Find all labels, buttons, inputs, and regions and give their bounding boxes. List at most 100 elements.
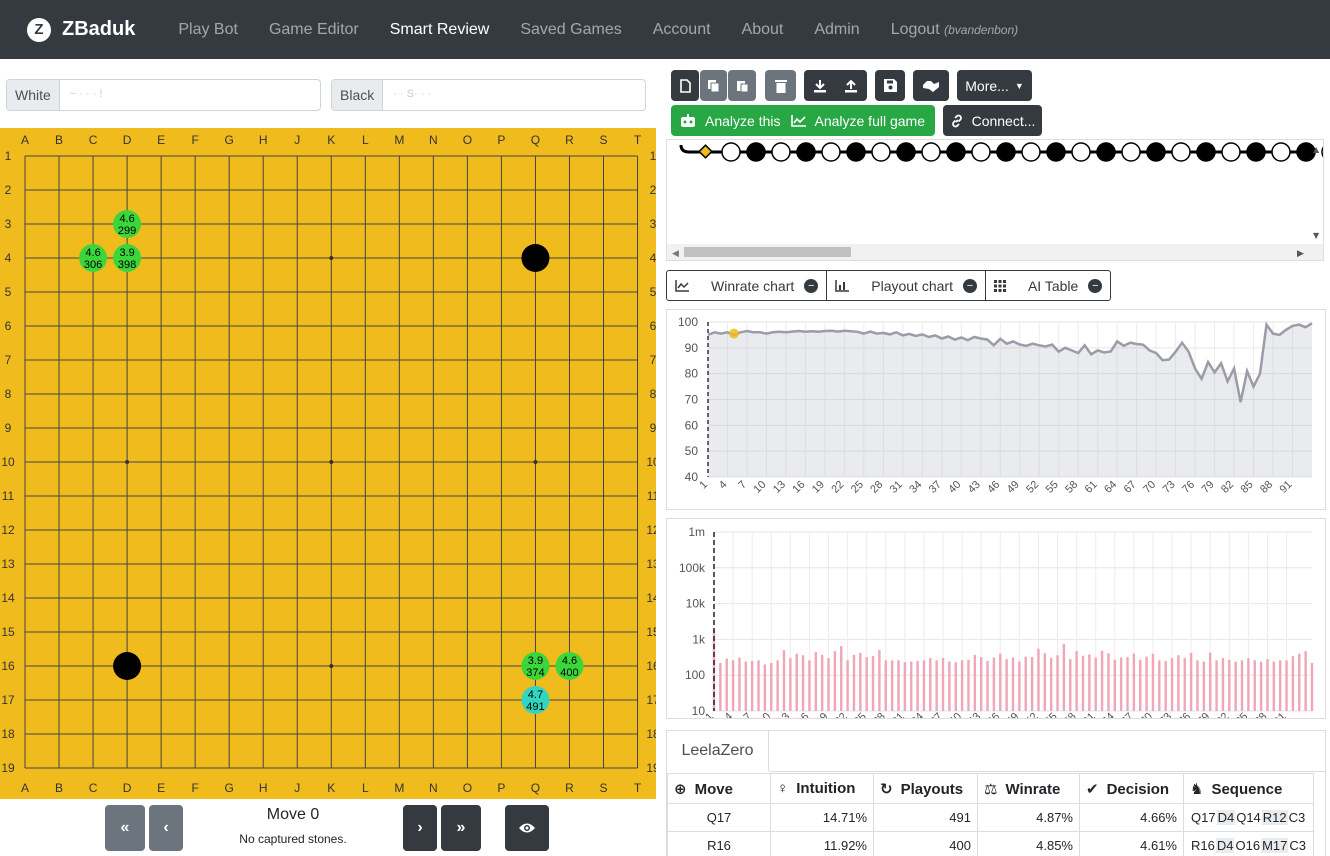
seq-move[interactable]: Q14 <box>1235 810 1262 825</box>
connect-button[interactable]: Connect... <box>943 105 1042 136</box>
column-label: N <box>429 781 438 795</box>
move-suggestion[interactable]: 4.7491 <box>521 686 550 714</box>
playout-bar <box>750 660 754 711</box>
tab-winrate-label: Winrate chart <box>711 277 795 294</box>
header-playouts[interactable]: ↻ Playouts <box>873 773 978 804</box>
tab-winrate-chart[interactable]: Winrate chart − <box>667 271 828 300</box>
playout-bar <box>1253 660 1256 711</box>
row-label: 13 <box>1 557 15 571</box>
playout-bar <box>1291 656 1295 711</box>
tab-leelazero[interactable]: LeelaZero <box>667 731 769 771</box>
first-move-button[interactable]: « <box>105 805 145 851</box>
row-label: 14 <box>1 591 15 605</box>
toggle-view-button[interactable] <box>505 805 549 851</box>
nav-game-editor[interactable]: Game Editor <box>269 21 359 39</box>
move-suggestion[interactable]: 4.6299 <box>113 210 142 238</box>
header-intuition[interactable]: ♀ Intuition <box>770 773 874 804</box>
nav-logout[interactable]: Logout (bvandenbon) <box>891 21 1018 39</box>
move-tree[interactable]: ◀ ▶ ▲ ▼ <box>666 139 1324 261</box>
header-winrate-label: Winrate <box>1005 780 1061 798</box>
playout-bar <box>1075 651 1078 711</box>
move-suggestion[interactable]: 4.6306 <box>79 244 108 272</box>
tab-ai-table[interactable]: AI Table − <box>986 271 1110 300</box>
winrate-area <box>708 323 1312 477</box>
move-suggestion[interactable]: 3.9374 <box>521 652 550 680</box>
x-tick-label: 82 <box>1214 711 1231 718</box>
more-dropdown-button[interactable]: More... ▼ <box>957 70 1032 101</box>
seq-move[interactable]: R16 <box>1190 838 1216 853</box>
nav-smart-review[interactable]: Smart Review <box>390 21 490 39</box>
playout-bar <box>814 652 817 711</box>
move-tree-graph[interactable]: ◀ ▶ ▲ ▼ <box>667 140 1324 261</box>
column-label: A <box>21 781 29 795</box>
x-tick-label: 7 <box>736 479 749 492</box>
nav-about[interactable]: About <box>742 21 784 39</box>
brand[interactable]: Z ZBaduk <box>27 17 135 42</box>
move-suggestion[interactable]: 4.6400 <box>555 652 584 680</box>
nav-account[interactable]: Account <box>653 21 711 39</box>
playout-chart[interactable]: 1m100k10k1k10010147101316192225283134374… <box>667 519 1325 728</box>
x-tick-label: 37 <box>928 711 945 718</box>
winrate-chart[interactable]: 1009080706050401 4 7 10 13 16 19 22 25 28 31 34 37 40… <box>667 310 1325 509</box>
new-game-button[interactable] <box>671 70 699 101</box>
analyze-this-label: Analyze this <box>705 112 781 129</box>
seq-move[interactable]: Q17 <box>1190 810 1217 825</box>
header-move[interactable]: ⊕ Move <box>667 773 771 804</box>
x-tick-label: 25 <box>852 711 869 718</box>
copy-button[interactable] <box>700 70 727 101</box>
download-icon[interactable] <box>813 79 827 93</box>
prev-move-button[interactable]: ‹ <box>149 805 183 851</box>
header-sequence[interactable]: ♞ Sequence <box>1183 773 1314 804</box>
seq-move[interactable]: D4 <box>1215 838 1235 853</box>
x-tick-label: 1 <box>697 479 710 492</box>
nav-admin[interactable]: Admin <box>814 21 859 39</box>
ai-table-panel: LeelaZero ⊕ Move ♀ Intuition ↻ Playouts ⚖ Wi… <box>666 730 1326 856</box>
x-tick-label: 58 <box>1062 711 1079 718</box>
row-label: 12 <box>646 523 656 537</box>
last-move-button[interactable]: » <box>441 805 481 851</box>
minus-circle-icon[interactable]: − <box>962 278 977 293</box>
black-player-input[interactable]: · · S· · · <box>383 80 645 110</box>
nav-play-bot[interactable]: Play Bot <box>178 21 238 39</box>
header-winrate[interactable]: ⚖ Winrate <box>977 773 1080 804</box>
header-decision[interactable]: ✔ Decision <box>1079 773 1184 804</box>
share-button[interactable] <box>913 70 949 101</box>
save-button[interactable] <box>875 70 905 101</box>
column-label: B <box>55 133 63 147</box>
seq-move[interactable]: M17 <box>1261 838 1289 853</box>
next-move-button[interactable]: › <box>403 805 437 851</box>
table-row[interactable]: Q17 14.71% 491 4.87% 4.66% Q17 D4 Q14 R12 C3 <box>667 803 1314 832</box>
seq-move[interactable]: C3 <box>1288 810 1307 825</box>
suggestion-score: 4.6 <box>85 247 100 259</box>
analyze-this-button[interactable]: Analyze this <box>671 113 780 129</box>
chess-icon: ♞ <box>1190 780 1204 798</box>
column-label: A <box>21 133 29 147</box>
row-label: 2 <box>650 183 656 197</box>
playout-bar <box>999 653 1002 711</box>
tree-node <box>921 142 941 162</box>
minus-circle-icon[interactable]: − <box>804 278 819 293</box>
white-player-input[interactable]: ~ · · · ! <box>60 80 320 110</box>
tab-playout-chart[interactable]: Playout chart − <box>827 271 986 300</box>
playout-bar <box>935 660 938 711</box>
playout-bar <box>897 660 900 711</box>
seq-move[interactable]: C3 <box>1288 838 1307 853</box>
seq-move[interactable]: R12 <box>1261 810 1288 825</box>
row-label: 11 <box>2 489 15 503</box>
go-board[interactable]: AABBCCDDEEFFGGHHJJKKLLMMNNOOPPQQRRSSTT1 1… <box>0 128 656 799</box>
delete-button[interactable] <box>765 70 796 101</box>
seq-move[interactable]: O16 <box>1234 838 1261 853</box>
playout-bar <box>967 659 970 711</box>
tree-node <box>721 142 741 162</box>
seq-move[interactable]: D4 <box>1216 810 1236 825</box>
move-suggestion[interactable]: 3.9398 <box>113 244 142 272</box>
column-label: C <box>89 133 98 147</box>
row-label: 18 <box>646 727 656 741</box>
nav-saved-games[interactable]: Saved Games <box>520 21 621 39</box>
minus-circle-icon[interactable]: − <box>1088 278 1103 293</box>
table-row[interactable]: R16 11.92% 400 4.85% 4.61% R16 D4 O16 M17 C3 <box>667 831 1314 856</box>
analyze-full-game-button[interactable]: Analyze full game <box>791 113 925 129</box>
paste-button[interactable] <box>728 70 756 101</box>
upload-icon[interactable] <box>844 79 858 93</box>
tab-playout-label: Playout chart <box>871 277 953 294</box>
